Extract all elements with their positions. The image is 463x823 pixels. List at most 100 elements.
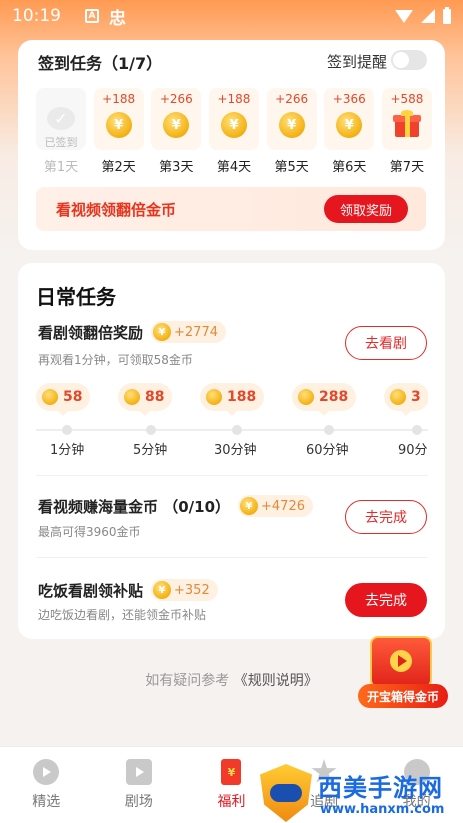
signin-day-5[interactable]: +266 ¥ 第5天 (266, 88, 317, 175)
coin-icon: ¥ (336, 112, 363, 138)
milestone-time: 90分 (398, 443, 428, 458)
coin-icon (206, 389, 222, 405)
gift-icon (392, 110, 421, 138)
milestone-dot (412, 425, 422, 435)
rules-link[interactable]: 《规则说明》 (234, 673, 318, 689)
chest-label: 开宝箱得金币 (358, 684, 448, 708)
go-complete-video-button[interactable]: 去完成 (345, 500, 427, 534)
day-done-label: 已签到 (44, 136, 78, 149)
coin-icon (390, 389, 406, 405)
reward-amount: +2774 (174, 324, 218, 340)
reward-pill: ¥ +352 (151, 579, 218, 601)
day-amount: +188 (102, 92, 136, 106)
signin-remind-toggle[interactable] (391, 50, 427, 70)
coin-icon: ¥ (105, 112, 132, 138)
coin-icon: ¥ (220, 112, 247, 138)
signin-day-6[interactable]: +366 ¥ 第6天 (324, 88, 375, 175)
reward-amount: +352 (174, 582, 210, 598)
task-title-text: 吃饭看剧领补贴 (38, 581, 144, 600)
coin-icon (42, 389, 58, 405)
status-time: 10:19 (12, 6, 61, 26)
tab-label: 精选 (32, 794, 61, 810)
claim-reward-button[interactable]: 领取奖励 (324, 195, 408, 223)
day-box: +266 ¥ (266, 88, 317, 150)
signin-day-4[interactable]: +188 ¥ 第4天 (208, 88, 259, 175)
coin-icon: ¥ (153, 323, 172, 341)
signin-days: ✓ 已签到 第1天 +188 ¥ 第2天 +266 ¥ 第3天 +188 ¥ 第… (36, 88, 432, 175)
watermark-text: 西美手游网 (318, 774, 443, 802)
notification-app-icon: 忠 (109, 8, 126, 29)
red-envelope-icon: ¥ (221, 759, 242, 785)
signin-card: 签到任务（1/7） 签到提醒 ✓ 已签到 第1天 +188 ¥ 第2天 +266… (18, 40, 445, 250)
battery-icon (443, 6, 451, 24)
play-circle-icon (33, 759, 60, 785)
milestone-time: 60分钟 (306, 443, 349, 458)
task-title: 吃饭看剧领补贴 ¥ +352 (38, 579, 218, 601)
status-icons (395, 6, 451, 24)
signin-title: 签到任务（1/7） (38, 54, 163, 73)
go-watch-drama-button[interactable]: 去看剧 (345, 326, 427, 360)
play-icon (390, 650, 412, 672)
day-amount: +188 (217, 92, 251, 106)
milestone-dot (324, 425, 334, 435)
signin-remind-label: 签到提醒 (326, 53, 387, 71)
treasure-chest-button[interactable]: 开宝箱得金币 (358, 628, 448, 710)
reward-pill: ¥ +2774 (151, 321, 226, 343)
tab-theater[interactable]: 剧场 (93, 747, 186, 823)
milestone-coins: 3 (411, 389, 421, 405)
tab-label: 剧场 (124, 794, 153, 810)
day-amount: +266 (275, 92, 309, 106)
video-double-coins-row: 看视频领翻倍金币 领取奖励 (36, 187, 426, 231)
milestone-reward: 58 (36, 383, 91, 416)
wifi-icon (395, 9, 413, 23)
day-amount: +588 (390, 92, 424, 106)
tab-featured[interactable]: 精选 (0, 747, 93, 823)
signin-day-3[interactable]: +266 ¥ 第3天 (151, 88, 202, 175)
day-box: +188 ¥ (93, 88, 144, 150)
day-label: 第1天 (43, 160, 79, 175)
check-icon: ✓ (47, 107, 75, 130)
day-amount: +366 (332, 92, 366, 106)
rules-prefix: 如有疑问参考 (145, 673, 230, 689)
signin-day-7[interactable]: +588 第7天 (381, 88, 432, 175)
day-label: 第5天 (274, 160, 309, 175)
coin-icon: ¥ (153, 581, 172, 599)
signin-day-2[interactable]: +188 ¥ 第2天 (93, 88, 144, 175)
go-complete-meal-button[interactable]: 去完成 (345, 583, 427, 617)
day-amount: +266 (159, 92, 193, 106)
site-watermark: 西美手游网 www.hanxm.com (258, 762, 463, 823)
task-subtitle: 边吃饭边看剧，还能领金币补贴 (38, 608, 207, 622)
tv-icon (125, 759, 152, 785)
signin-day-1: ✓ 已签到 第1天 (36, 88, 86, 175)
watermark-url: www.hanxm.com (320, 802, 445, 817)
reward-amount: +4726 (261, 498, 305, 514)
task-title-text: 看视频赚海量金币 （0/10） (38, 497, 231, 516)
status-bar: 10:19 A 忠 (0, 0, 463, 32)
coin-icon (124, 389, 140, 405)
task-subtitle: 最高可得3960金币 (38, 525, 141, 539)
tab-label: 福利 (217, 794, 246, 810)
day-box: +366 ¥ (324, 88, 375, 150)
milestone-reward: 188 (200, 383, 265, 416)
notification-a-icon: A (85, 9, 99, 23)
task-title-text: 看剧领翻倍奖励 (38, 323, 144, 342)
milestone-coins: 88 (145, 389, 165, 405)
milestone-coins: 58 (63, 389, 83, 405)
coin-icon: ¥ (163, 112, 190, 138)
milestone-time: 5分钟 (133, 443, 168, 458)
day-box: +266 ¥ (151, 88, 202, 150)
task-subtitle: 再观看1分钟，可领取58金币 (38, 353, 193, 367)
day-box: ✓ 已签到 (36, 88, 86, 150)
task-title: 看剧领翻倍奖励 ¥ +2774 (38, 321, 226, 343)
milestone-reward: 88 (118, 383, 173, 416)
daily-tasks-title: 日常任务 (36, 285, 116, 309)
milestone-coins: 188 (227, 389, 257, 405)
milestone-reward: 288 (292, 383, 357, 416)
signal-icon (421, 9, 435, 23)
reward-pill: ¥ +4726 (238, 495, 313, 517)
divider (36, 557, 428, 558)
day-label: 第2天 (101, 160, 136, 175)
milestone-time: 1分钟 (50, 443, 85, 458)
day-label: 第6天 (332, 160, 367, 175)
divider (36, 475, 428, 476)
